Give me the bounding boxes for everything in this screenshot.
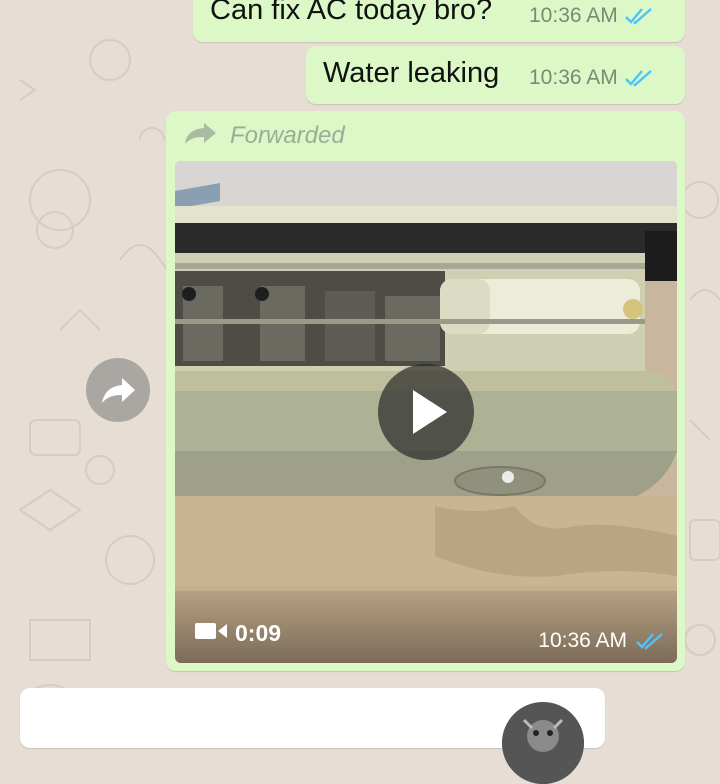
avatar-icon[interactable] xyxy=(502,702,584,784)
share-forward-icon xyxy=(102,378,135,403)
video-duration: 0:09 xyxy=(235,620,282,646)
message-meta: 10:36 AM xyxy=(529,4,654,28)
video-thumbnail[interactable]: 0:09 10:36 AM xyxy=(175,161,677,663)
video-meta: 10:36 AM xyxy=(538,629,665,653)
play-icon xyxy=(413,390,447,434)
outgoing-video-message[interactable]: Forwarded 0:09 10:36 AM xyxy=(166,111,685,671)
forwarded-header: Forwarded xyxy=(184,121,345,150)
message-meta: 10:36 AM xyxy=(529,66,654,90)
outgoing-message[interactable]: Can fix AC today bro? 10:36 AM xyxy=(193,0,685,42)
read-ticks-icon xyxy=(624,7,654,25)
message-time: 10:36 AM xyxy=(529,4,618,27)
read-ticks-icon xyxy=(635,632,665,650)
incoming-message[interactable] xyxy=(20,688,605,784)
message-time: 10:36 AM xyxy=(529,66,618,89)
forward-arrow-icon xyxy=(184,121,218,150)
play-button[interactable] xyxy=(378,364,474,460)
forwarded-label: Forwarded xyxy=(230,121,345,149)
outgoing-message[interactable]: Water leaking 10:36 AM xyxy=(306,46,685,104)
video-camera-icon xyxy=(195,620,227,647)
forward-message-button[interactable] xyxy=(86,358,150,422)
video-duration-badge: 0:09 xyxy=(195,620,281,647)
message-text: Water leaking xyxy=(323,57,500,89)
video-time: 10:36 AM xyxy=(538,629,627,652)
message-text: Can fix AC today bro? xyxy=(210,0,493,26)
read-ticks-icon xyxy=(624,69,654,87)
